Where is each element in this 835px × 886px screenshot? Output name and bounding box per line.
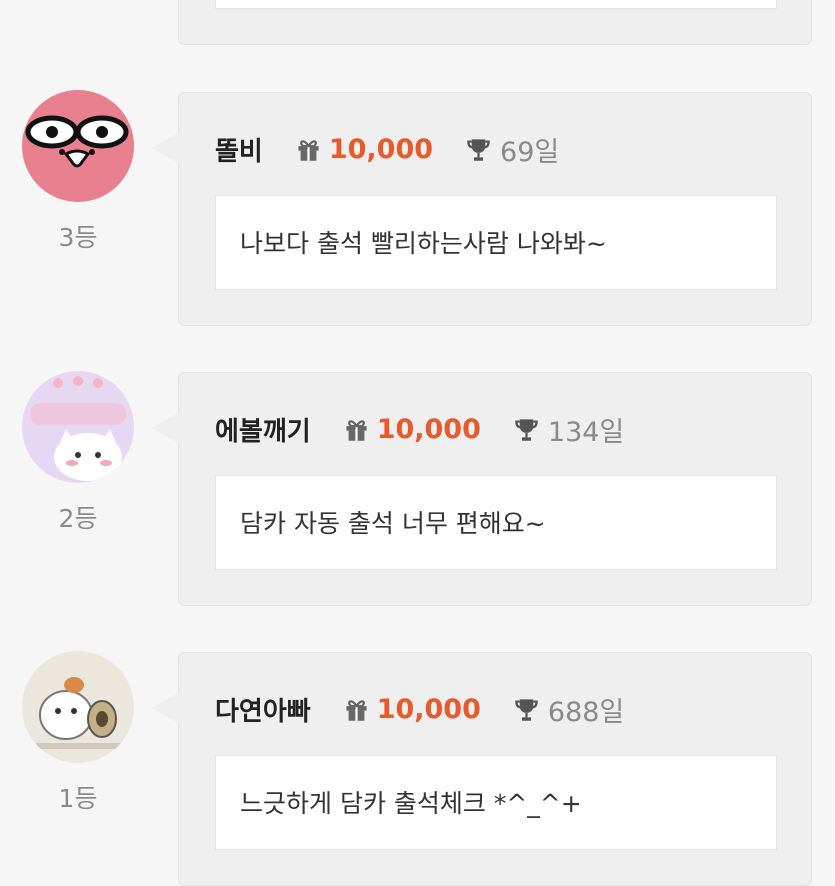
comment-card: 다연아빠 10,000 688일 느긋하게 담카 출석체크 *^_^+ [151, 652, 812, 886]
rank-label: 1등 [58, 784, 98, 813]
message-box: 느긋하게 담카 출석체크 *^_^+ [215, 755, 777, 850]
comment-card: 에볼깨기 10,000 134일 담카 자동 출석 너무 편해요~ [151, 372, 812, 606]
message-box: 나보다 출석 빨리하는사람 나와봐~ [215, 195, 777, 290]
comment-card: 똘비 10,000 69일 나보다 출석 빨리하는사람 나와봐~ [151, 92, 812, 326]
previous-message-box [215, 0, 777, 9]
avatar[interactable] [22, 90, 134, 202]
comment-meta: 다연아빠 10,000 688일 [215, 689, 624, 729]
comment-meta: 에볼깨기 10,000 134일 [215, 409, 624, 449]
points-value: 10,000 [328, 133, 434, 165]
attendance-days: 134일 [547, 416, 625, 448]
gift-icon [298, 139, 319, 161]
comment-text: 느긋하게 담카 출석체크 *^_^+ [240, 789, 582, 818]
message-box: 담카 자동 출석 너무 편해요~ [215, 475, 777, 570]
comment-text: 나보다 출석 빨리하는사람 나와봐~ [240, 229, 607, 258]
gift-icon [346, 699, 367, 721]
trophy-icon [515, 698, 538, 721]
gift-icon [346, 419, 367, 441]
trophy-icon [515, 418, 538, 441]
avatar[interactable] [22, 651, 134, 763]
comment-meta: 똘비 10,000 69일 [215, 129, 559, 169]
user-name[interactable]: 똘비 [215, 131, 263, 168]
trophy-icon [467, 138, 490, 161]
avatar[interactable] [22, 371, 134, 483]
rank-label: 3등 [58, 223, 98, 252]
attendance-days: 69일 [500, 136, 560, 168]
attendance-days: 688일 [547, 696, 625, 728]
rank-label: 2등 [58, 504, 98, 533]
points-value: 10,000 [376, 413, 481, 445]
user-name[interactable]: 에볼깨기 [215, 411, 311, 448]
points-value: 10,000 [376, 693, 481, 725]
previous-comment-card [178, 0, 812, 45]
comment-text: 담카 자동 출석 너무 편해요~ [240, 509, 546, 538]
user-name[interactable]: 다연아빠 [215, 691, 311, 728]
